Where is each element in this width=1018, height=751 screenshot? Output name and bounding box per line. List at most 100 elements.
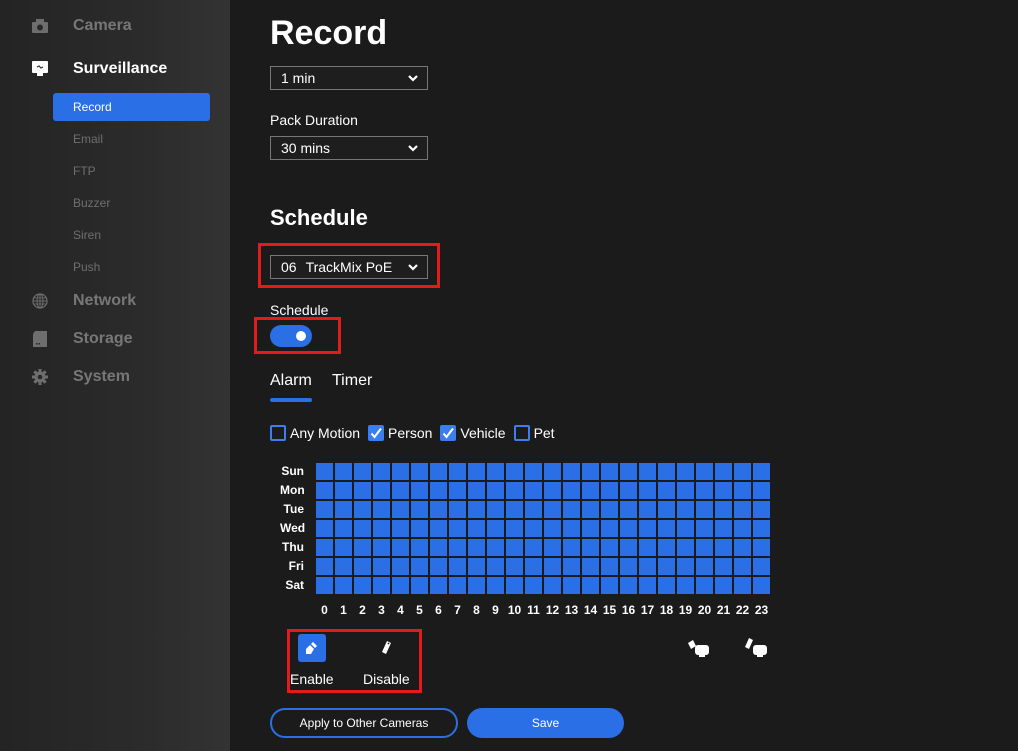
schedule-cell[interactable] xyxy=(392,482,409,499)
schedule-cell[interactable] xyxy=(696,482,713,499)
schedule-cell[interactable] xyxy=(715,558,732,575)
hour-label[interactable]: 21 xyxy=(714,603,733,617)
hour-label[interactable]: 12 xyxy=(543,603,562,617)
hour-label[interactable]: 15 xyxy=(600,603,619,617)
schedule-cell[interactable] xyxy=(544,501,561,518)
schedule-cell[interactable] xyxy=(658,520,675,537)
schedule-cell[interactable] xyxy=(525,558,542,575)
schedule-cell[interactable] xyxy=(696,463,713,480)
hour-label[interactable]: 13 xyxy=(562,603,581,617)
schedule-cell[interactable] xyxy=(354,558,371,575)
schedule-cell[interactable] xyxy=(316,577,333,594)
schedule-cell[interactable] xyxy=(620,577,637,594)
hour-label[interactable]: 22 xyxy=(733,603,752,617)
schedule-cell[interactable] xyxy=(430,482,447,499)
schedule-cell[interactable] xyxy=(449,501,466,518)
schedule-cell[interactable] xyxy=(392,539,409,556)
schedule-cell[interactable] xyxy=(753,577,770,594)
schedule-cell[interactable] xyxy=(715,482,732,499)
schedule-cell[interactable] xyxy=(753,520,770,537)
schedule-cell[interactable] xyxy=(335,539,352,556)
schedule-cell[interactable] xyxy=(316,539,333,556)
schedule-cell[interactable] xyxy=(563,463,580,480)
checkbox-pet[interactable]: Pet xyxy=(513,425,555,441)
hour-label[interactable]: 16 xyxy=(619,603,638,617)
schedule-cell[interactable] xyxy=(696,520,713,537)
schedule-cell[interactable] xyxy=(582,558,599,575)
hour-label[interactable]: 10 xyxy=(505,603,524,617)
schedule-cell[interactable] xyxy=(411,482,428,499)
save-button[interactable]: Save xyxy=(467,708,624,738)
schedule-cell[interactable] xyxy=(715,520,732,537)
sub-item-siren[interactable]: Siren xyxy=(53,221,210,249)
schedule-cell[interactable] xyxy=(449,539,466,556)
schedule-cell[interactable] xyxy=(639,482,656,499)
schedule-cell[interactable] xyxy=(487,501,504,518)
schedule-cell[interactable] xyxy=(411,558,428,575)
sub-item-push[interactable]: Push xyxy=(53,253,210,281)
checkbox-vehicle[interactable]: Vehicle xyxy=(440,425,506,441)
schedule-cell[interactable] xyxy=(487,539,504,556)
schedule-cell[interactable] xyxy=(753,482,770,499)
schedule-cell[interactable] xyxy=(639,463,656,480)
schedule-cell[interactable] xyxy=(563,577,580,594)
schedule-cell[interactable] xyxy=(677,520,694,537)
schedule-cell[interactable] xyxy=(354,501,371,518)
schedule-cell[interactable] xyxy=(639,501,656,518)
schedule-cell[interactable] xyxy=(639,558,656,575)
hour-label[interactable]: 14 xyxy=(581,603,600,617)
camera-select[interactable]: 06 TrackMix PoE xyxy=(270,255,428,279)
schedule-cell[interactable] xyxy=(715,539,732,556)
schedule-cell[interactable] xyxy=(316,482,333,499)
schedule-cell[interactable] xyxy=(544,482,561,499)
schedule-cell[interactable] xyxy=(658,501,675,518)
schedule-cell[interactable] xyxy=(411,520,428,537)
schedule-cell[interactable] xyxy=(696,577,713,594)
schedule-cell[interactable] xyxy=(449,577,466,594)
schedule-cell[interactable] xyxy=(658,577,675,594)
schedule-cell[interactable] xyxy=(620,482,637,499)
schedule-cell[interactable] xyxy=(392,501,409,518)
schedule-cell[interactable] xyxy=(544,558,561,575)
day-label[interactable]: Wed xyxy=(280,521,305,535)
apply-to-other-cameras-button[interactable]: Apply to Other Cameras xyxy=(270,708,458,738)
hour-label[interactable]: 0 xyxy=(315,603,334,617)
schedule-cell[interactable] xyxy=(620,558,637,575)
schedule-cell[interactable] xyxy=(582,577,599,594)
schedule-cell[interactable] xyxy=(354,482,371,499)
schedule-cell[interactable] xyxy=(563,482,580,499)
schedule-cell[interactable] xyxy=(677,577,694,594)
hour-label[interactable]: 9 xyxy=(486,603,505,617)
schedule-cell[interactable] xyxy=(430,539,447,556)
schedule-cell[interactable] xyxy=(696,539,713,556)
disable-tool[interactable]: Disable xyxy=(363,634,410,687)
hour-label[interactable]: 7 xyxy=(448,603,467,617)
schedule-cell[interactable] xyxy=(620,539,637,556)
disable-all-tool[interactable] xyxy=(742,634,770,662)
schedule-cell[interactable] xyxy=(601,520,618,537)
schedule-cell[interactable] xyxy=(506,501,523,518)
schedule-cell[interactable] xyxy=(373,482,390,499)
schedule-cell[interactable] xyxy=(468,463,485,480)
schedule-cell[interactable] xyxy=(506,463,523,480)
schedule-cell[interactable] xyxy=(677,501,694,518)
schedule-cell[interactable] xyxy=(506,520,523,537)
schedule-cell[interactable] xyxy=(525,539,542,556)
hour-label[interactable]: 18 xyxy=(657,603,676,617)
schedule-cell[interactable] xyxy=(715,463,732,480)
hour-label[interactable]: 1 xyxy=(334,603,353,617)
schedule-cell[interactable] xyxy=(449,558,466,575)
schedule-cell[interactable] xyxy=(316,463,333,480)
schedule-cell[interactable] xyxy=(392,558,409,575)
schedule-cell[interactable] xyxy=(430,501,447,518)
schedule-cell[interactable] xyxy=(563,520,580,537)
checkbox-person[interactable]: Person xyxy=(368,425,432,441)
schedule-cell[interactable] xyxy=(373,558,390,575)
schedule-cell[interactable] xyxy=(449,520,466,537)
schedule-cell[interactable] xyxy=(335,482,352,499)
schedule-cell[interactable] xyxy=(582,463,599,480)
schedule-cell[interactable] xyxy=(582,482,599,499)
day-label[interactable]: Tue xyxy=(280,502,304,516)
schedule-cell[interactable] xyxy=(601,501,618,518)
checkbox-any-motion[interactable]: Any Motion xyxy=(270,425,360,441)
